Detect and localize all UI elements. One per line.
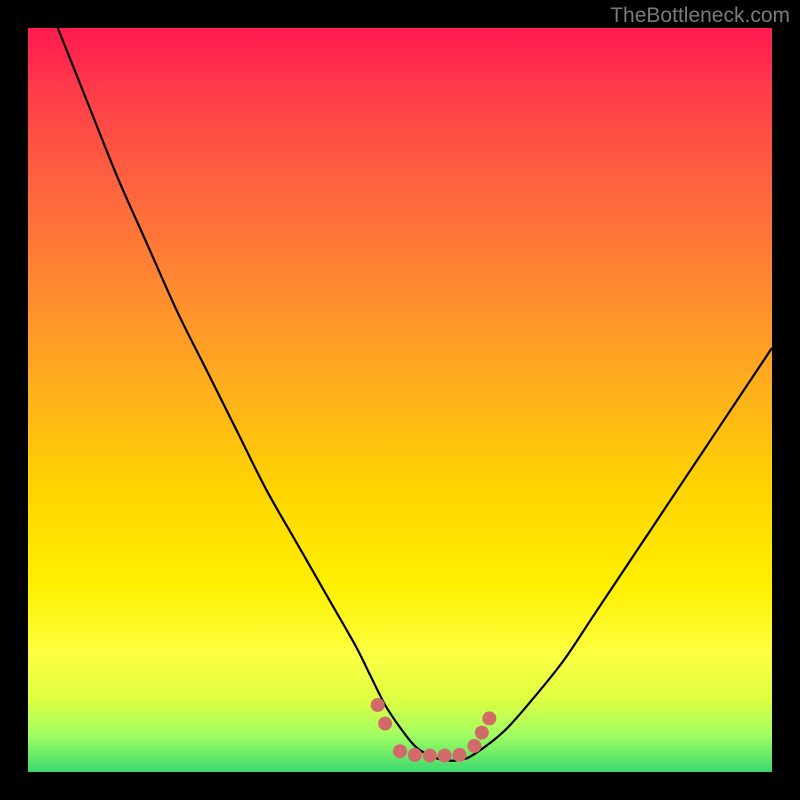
curve-svg: [28, 28, 772, 772]
curve-marker: [482, 711, 496, 725]
curve-marker: [438, 749, 452, 763]
outer-frame: TheBottleneck.com: [0, 0, 800, 800]
curve-marker: [371, 698, 385, 712]
curve-marker: [475, 726, 489, 740]
curve-marker: [423, 749, 437, 763]
curve-marker: [467, 739, 481, 753]
plot-area: [28, 28, 772, 772]
curve-marker: [453, 748, 467, 762]
curve-marker: [378, 717, 392, 731]
curve-marker: [408, 748, 422, 762]
bottleneck-curve-path: [58, 28, 772, 761]
curve-marker: [393, 744, 407, 758]
watermark-text: TheBottleneck.com: [610, 4, 790, 28]
